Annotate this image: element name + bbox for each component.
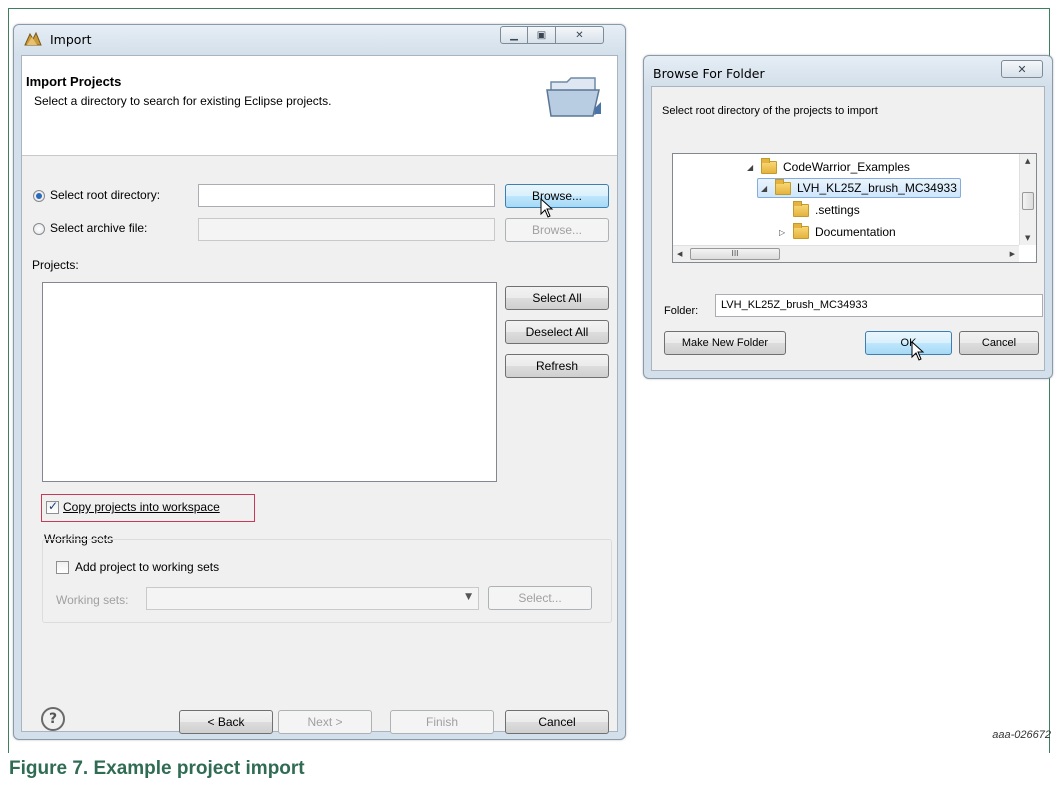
- mouse-cursor-icon: [911, 341, 925, 361]
- window-controls: ▁ ▣ ✕: [500, 26, 604, 44]
- root-directory-label: Select root directory:: [50, 188, 161, 202]
- select-working-sets-button[interactable]: Select...: [488, 586, 592, 610]
- back-label: < Back: [207, 715, 245, 729]
- browse-instruction: Select root directory of the projects to…: [662, 105, 878, 117]
- tree-item-label: .settings: [815, 203, 860, 217]
- banner-description: Select a directory to search for existin…: [34, 94, 332, 108]
- scroll-up-icon: ▲: [1025, 157, 1031, 165]
- add-working-sets-checkbox[interactable]: [56, 561, 69, 574]
- archive-file-radio[interactable]: [33, 223, 45, 235]
- refresh-label: Refresh: [535, 359, 579, 373]
- make-new-folder-button[interactable]: Make New Folder: [664, 331, 786, 355]
- archive-file-label: Select archive file:: [50, 221, 148, 235]
- folder-label: Folder:: [664, 305, 699, 317]
- copy-projects-label: Copy projects into workspace: [63, 500, 220, 514]
- collapsed-arrow-icon: ▷: [779, 227, 786, 237]
- figure-id: aaa-026672: [992, 729, 1051, 741]
- working-sets-label: Working sets:: [56, 593, 129, 607]
- tree-item-label: LVH_KL25Z_brush_MC34933: [797, 181, 957, 195]
- close-icon: ✕: [575, 29, 584, 41]
- figure-caption: Figure 7. Example project import: [9, 758, 305, 779]
- folder-icon: [793, 222, 809, 239]
- make-new-folder-label: Make New Folder: [681, 337, 769, 349]
- scroll-left-icon: ◀: [677, 250, 683, 258]
- folder-input[interactable]: LVH_KL25Z_brush_MC34933: [715, 294, 1043, 317]
- working-sets-combo[interactable]: ▼: [146, 587, 479, 610]
- folder-icon: [761, 157, 777, 174]
- folder-open-icon: [546, 77, 601, 117]
- scroll-down-icon: ▼: [1025, 234, 1031, 242]
- expanded-arrow-icon: ◢: [747, 162, 754, 172]
- mouse-cursor-icon: [540, 198, 554, 218]
- copy-projects-checkbox[interactable]: [46, 499, 59, 514]
- folder-icon: [775, 178, 791, 195]
- tree-horizontal-scrollbar[interactable]: ◀ III ▶: [673, 245, 1019, 262]
- tree-item-label: CodeWarrior_Examples: [783, 160, 910, 174]
- tree-item-documentation[interactable]: ▷ Documentation: [779, 222, 896, 242]
- scroll-grip-label: III: [731, 249, 739, 258]
- browse-archive-button[interactable]: Browse...: [505, 218, 609, 242]
- next-label: Next >: [307, 715, 343, 729]
- browse-client-area: Select root directory of the projects to…: [651, 86, 1045, 371]
- projects-label: Projects:: [32, 258, 79, 272]
- close-button[interactable]: ✕: [556, 26, 604, 44]
- projects-list[interactable]: [42, 282, 497, 482]
- close-icon: ✕: [1017, 62, 1027, 76]
- import-wizard-icon: [24, 31, 42, 46]
- select-all-button[interactable]: Select All: [505, 286, 609, 310]
- folder-icon: [793, 200, 809, 217]
- expanded-arrow-icon: ◢: [761, 183, 768, 193]
- vertical-scroll-thumb[interactable]: [1022, 192, 1034, 210]
- cancel-label: Cancel: [538, 715, 576, 729]
- root-directory-radio[interactable]: [33, 190, 45, 202]
- cancel-button[interactable]: Cancel: [505, 710, 609, 734]
- browse-titlebar[interactable]: Browse For Folder ✕: [644, 56, 1052, 86]
- maximize-button[interactable]: ▣: [528, 26, 556, 44]
- browse-title: Browse For Folder: [653, 66, 765, 81]
- archive-file-input[interactable]: [198, 218, 495, 241]
- import-title: Import: [50, 32, 92, 47]
- banner-title: Import Projects: [26, 74, 122, 89]
- maximize-icon: ▣: [536, 29, 547, 41]
- browse-archive-label: Browse...: [531, 223, 582, 237]
- minimize-icon: ▁: [510, 29, 518, 41]
- dropdown-arrow-icon: ▼: [465, 592, 472, 602]
- back-button[interactable]: < Back: [179, 710, 273, 734]
- tree-item-lvh-kl25z[interactable]: ◢ LVH_KL25Z_brush_MC34933: [757, 178, 961, 198]
- horizontal-scroll-thumb[interactable]: III: [690, 248, 780, 260]
- finish-button[interactable]: Finish: [390, 710, 494, 734]
- browse-cancel-button[interactable]: Cancel: [959, 331, 1039, 355]
- tree-item-label: Documentation: [815, 225, 896, 239]
- deselect-all-button[interactable]: Deselect All: [505, 320, 609, 344]
- deselect-all-label: Deselect All: [525, 325, 589, 339]
- scroll-right-icon: ▶: [1009, 250, 1015, 258]
- help-label: ?: [48, 711, 58, 727]
- minimize-button[interactable]: ▁: [500, 26, 528, 44]
- browse-root-button[interactable]: Browse...: [505, 184, 609, 208]
- select-all-label: Select All: [532, 291, 582, 305]
- next-button[interactable]: Next >: [278, 710, 372, 734]
- root-directory-input[interactable]: [198, 184, 495, 207]
- import-titlebar[interactable]: Import ▁ ▣ ✕: [14, 25, 625, 55]
- select-working-sets-label: Select...: [518, 591, 562, 605]
- tree-item-codewarrior-examples[interactable]: ◢ CodeWarrior_Examples: [747, 157, 910, 177]
- refresh-button[interactable]: Refresh: [505, 354, 609, 378]
- import-client-area: Import Projects Select a directory to se…: [21, 55, 618, 734]
- working-sets-group: [42, 539, 612, 623]
- browse-folder-dialog: Browse For Folder ✕ Select root director…: [643, 55, 1053, 379]
- folder-tree[interactable]: ◢ CodeWarrior_Examples ◢ LVH_KL25Z_brush…: [672, 153, 1037, 263]
- browse-cancel-label: Cancel: [981, 337, 1017, 349]
- import-dialog: Import ▁ ▣ ✕ Import Projects Select a di…: [13, 24, 626, 740]
- ok-button[interactable]: OK: [865, 331, 952, 355]
- browse-close-button[interactable]: ✕: [1001, 60, 1043, 78]
- add-working-sets-label: Add project to working sets: [75, 560, 220, 574]
- tree-item-settings[interactable]: .settings: [793, 200, 860, 220]
- help-icon[interactable]: ?: [41, 707, 65, 731]
- finish-label: Finish: [425, 715, 458, 729]
- wizard-banner: Import Projects Select a directory to se…: [22, 56, 617, 156]
- tree-vertical-scrollbar[interactable]: ▲ ▼: [1019, 154, 1036, 245]
